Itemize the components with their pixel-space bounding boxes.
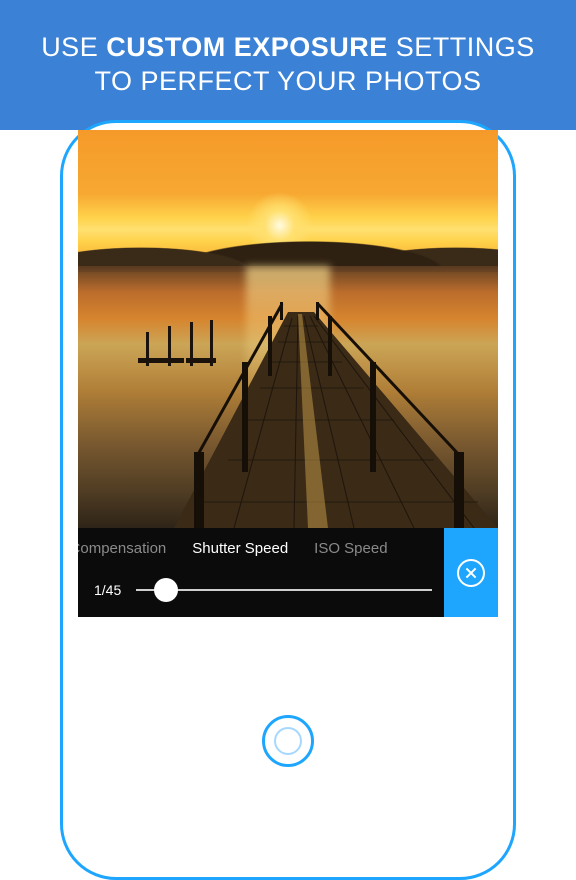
home-button-ring (274, 727, 302, 755)
banner-line2: TO PERFECT YOUR PHOTOS (94, 66, 481, 96)
slider-value-label: 1/45 (94, 582, 136, 598)
tab-iso-speed[interactable]: ISO Speed (314, 540, 387, 557)
close-button[interactable] (444, 528, 498, 617)
phone-screen: Exposure Compensation Shutter Speed ISO … (78, 130, 498, 617)
slider-track-line (136, 589, 432, 591)
banner-line1-bold: CUSTOM EXPOSURE (106, 32, 388, 62)
home-button (262, 715, 314, 767)
exposure-controls: Exposure Compensation Shutter Speed ISO … (78, 528, 498, 617)
promo-banner: USE CUSTOM EXPOSURE SETTINGS TO PERFECT … (0, 0, 576, 130)
photo-sun-reflection (246, 266, 330, 528)
tab-shutter-speed[interactable]: Shutter Speed (192, 540, 288, 557)
device-stage: Exposure Compensation Shutter Speed ISO … (0, 130, 576, 768)
shutter-slider[interactable] (136, 578, 432, 602)
slider-thumb[interactable] (154, 578, 178, 602)
controls-main: Exposure Compensation Shutter Speed ISO … (78, 528, 444, 617)
banner-line1-post: SETTINGS (388, 32, 535, 62)
tab-exposure-compensation[interactable]: Exposure Compensation (78, 540, 166, 557)
close-icon (457, 559, 485, 587)
slider-row: 1/45 (78, 568, 444, 617)
banner-line1-pre: USE (41, 32, 106, 62)
exposure-tabs: Exposure Compensation Shutter Speed ISO … (78, 528, 444, 568)
